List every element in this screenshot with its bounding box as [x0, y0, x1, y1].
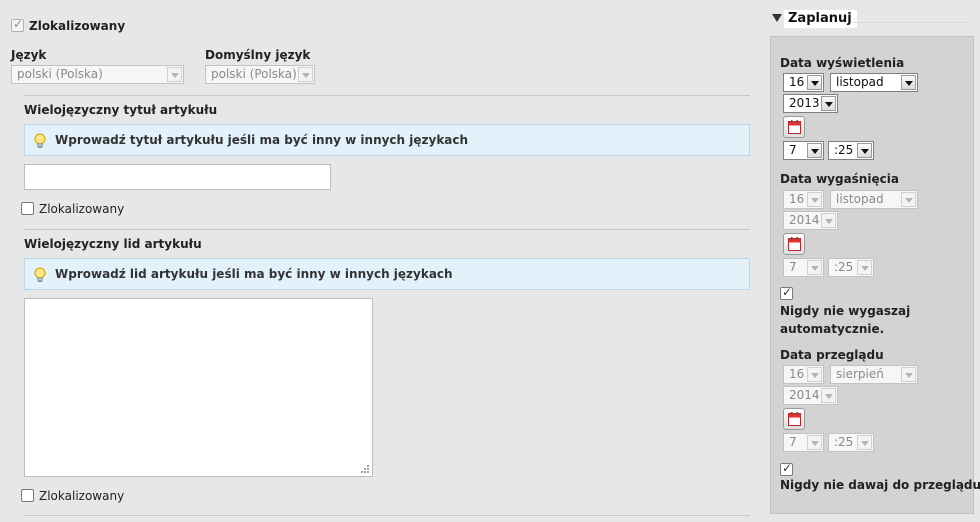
- display-calendar-button[interactable]: [783, 116, 805, 138]
- review-day-value: 16: [789, 367, 805, 381]
- top-localized-label: Zlokalizowany: [29, 19, 126, 33]
- review-day-select[interactable]: 16: [783, 365, 824, 384]
- title-input[interactable]: [24, 164, 331, 190]
- review-hour-value: 7: [789, 435, 797, 449]
- display-hour-value: 7: [789, 143, 797, 157]
- lead-hint-text: Wprowadź lid artykułu jeśli ma być inny …: [55, 267, 453, 281]
- chevron-down-icon: [807, 192, 822, 207]
- chevron-down-icon: [857, 143, 872, 158]
- review-minute-select[interactable]: :25: [828, 433, 874, 452]
- chevron-down-icon: [901, 192, 916, 207]
- chevron-down-icon: [857, 260, 872, 275]
- title-hint-text: Wprowadź tytuł artykułu jeśli ma być inn…: [55, 133, 469, 147]
- chevron-down-icon: [807, 367, 822, 382]
- expiry-month-value: listopad: [836, 192, 884, 206]
- review-calendar-button[interactable]: [783, 408, 805, 430]
- chevron-down-icon: [821, 388, 836, 403]
- title-localized-label: Zlokalizowany: [39, 202, 125, 216]
- chevron-down-icon: [807, 75, 822, 90]
- default-language-label: Domyślny język: [205, 48, 311, 62]
- schedule-title[interactable]: Zaplanuj: [784, 10, 857, 28]
- lead-textarea[interactable]: [24, 298, 373, 477]
- expiry-year-value: 2014: [789, 213, 820, 227]
- lead-localized-label: Zlokalizowany: [39, 489, 125, 503]
- review-month-value: sierpień: [836, 367, 884, 381]
- display-date-label: Data wyświetlenia: [780, 56, 905, 70]
- display-minute-select[interactable]: :25: [828, 141, 874, 160]
- divider: [24, 229, 750, 230]
- check-mark-icon: ✓: [782, 285, 793, 299]
- review-month-select[interactable]: sierpień: [830, 365, 918, 384]
- resize-handle-icon[interactable]: [359, 463, 370, 474]
- check-mark-icon: ✓: [782, 461, 793, 475]
- expiry-day-value: 16: [789, 192, 805, 206]
- title-hint-box: Wprowadź tytuł artykułu jeśli ma być inn…: [24, 124, 750, 156]
- expiry-minute-select[interactable]: :25: [828, 258, 874, 277]
- display-year-value: 2013: [789, 96, 820, 110]
- display-day-value: 16: [789, 75, 805, 89]
- expiry-day-select[interactable]: 16: [783, 190, 824, 209]
- default-language-select-value: polski (Polska): [211, 67, 297, 81]
- review-hour-select[interactable]: 7: [783, 433, 824, 452]
- expiry-date-label: Data wygaśnięcia: [780, 172, 899, 186]
- chevron-down-icon: [167, 67, 182, 82]
- language-select-value: polski (Polska): [17, 67, 103, 81]
- review-year-select[interactable]: 2014: [783, 386, 838, 405]
- review-minute-value: :25: [834, 435, 854, 449]
- chevron-down-icon: [298, 67, 313, 82]
- lightbulb-icon: [34, 133, 46, 148]
- review-date-label: Data przeglądu: [780, 348, 884, 362]
- check-mark-icon: ✓: [13, 17, 24, 31]
- chevron-down-icon: [807, 260, 822, 275]
- display-year-select[interactable]: 2013: [783, 94, 838, 113]
- collapse-triangle-icon[interactable]: [772, 14, 782, 22]
- title-underline: [852, 22, 970, 23]
- never-review-label: Nigdy nie dawaj do przeglądu: [780, 478, 980, 492]
- expiry-hour-value: 7: [789, 260, 797, 274]
- expiry-month-select[interactable]: listopad: [830, 190, 918, 209]
- chevron-down-icon: [901, 367, 916, 382]
- expiry-year-select[interactable]: 2014: [783, 211, 838, 230]
- chevron-down-icon: [807, 435, 822, 450]
- chevron-down-icon: [821, 213, 836, 228]
- top-localized-checkbox[interactable]: ✓: [11, 17, 24, 32]
- lead-hint-box: Wprowadź lid artykułu jeśli ma być inny …: [24, 258, 750, 290]
- default-language-select[interactable]: polski (Polska): [205, 65, 315, 84]
- display-month-value: listopad: [836, 75, 884, 89]
- display-hour-select[interactable]: 7: [783, 141, 824, 160]
- chevron-down-icon: [857, 435, 872, 450]
- never-review-checkbox[interactable]: ✓: [780, 461, 793, 476]
- lightbulb-icon: [34, 267, 46, 282]
- never-expire-label: Nigdy nie wygaszaj automatycznie.: [780, 304, 911, 336]
- display-day-select[interactable]: 16: [783, 73, 824, 92]
- divider: [24, 515, 750, 516]
- review-year-value: 2014: [789, 388, 820, 402]
- never-expire-checkbox[interactable]: ✓: [780, 285, 793, 300]
- language-label: Język: [11, 48, 47, 62]
- title-localized-checkbox[interactable]: [21, 202, 34, 215]
- expiry-calendar-button[interactable]: [783, 233, 805, 255]
- chevron-down-icon: [821, 96, 836, 111]
- calendar-icon: [788, 237, 801, 251]
- chevron-down-icon: [901, 75, 916, 90]
- lead-localized-checkbox[interactable]: [21, 489, 34, 502]
- display-minute-value: :25: [834, 143, 854, 157]
- chevron-down-icon: [807, 143, 822, 158]
- calendar-icon: [788, 120, 801, 134]
- expiry-hour-select[interactable]: 7: [783, 258, 824, 277]
- expiry-minute-value: :25: [834, 260, 854, 274]
- title-section-heading: Wielojęzyczny tytuł artykułu: [24, 103, 218, 117]
- calendar-icon: [788, 412, 801, 426]
- lead-section-heading: Wielojęzyczny lid artykułu: [24, 237, 202, 251]
- display-month-select[interactable]: listopad: [830, 73, 918, 92]
- divider: [24, 95, 750, 96]
- language-select[interactable]: polski (Polska): [11, 65, 184, 84]
